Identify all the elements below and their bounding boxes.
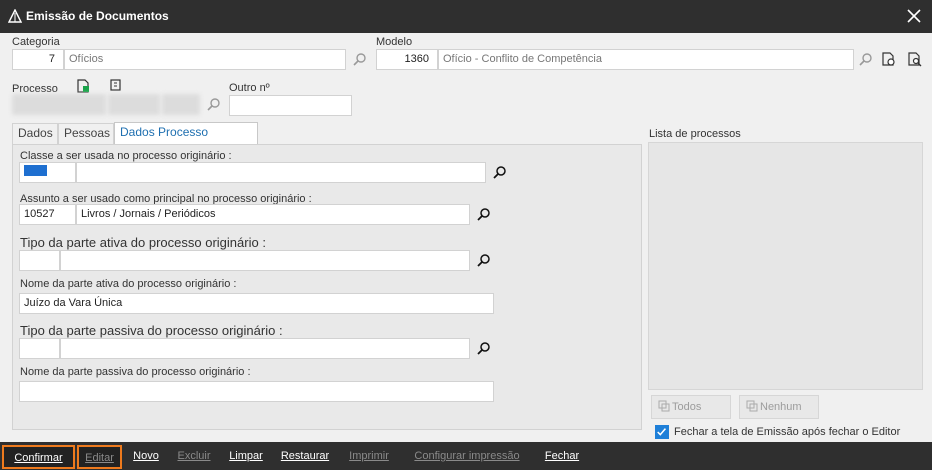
tipo-ativa-label: Tipo da parte ativa do processo originár… — [20, 235, 266, 250]
restaurar-button[interactable]: Restaurar — [276, 445, 334, 469]
assunto-search-icon[interactable] — [476, 207, 492, 223]
fechar-button[interactable]: Fechar — [540, 445, 584, 469]
modelo-search-icon[interactable] — [858, 52, 874, 68]
select-none-icon — [746, 400, 758, 412]
modelo-name-field[interactable]: Ofício - Conflito de Competência — [438, 49, 854, 70]
classe-label: Classe a ser usada no processo originári… — [20, 150, 232, 162]
categoria-name-field[interactable]: Ofícios — [64, 49, 346, 70]
tipo-ativa-name-field[interactable] — [60, 250, 470, 271]
modelo-config-icon[interactable] — [880, 51, 896, 67]
editar-label: Editar — [85, 452, 114, 464]
limpar-button[interactable]: Limpar — [224, 445, 268, 469]
check-icon — [657, 428, 667, 436]
excluir-button[interactable]: Excluir — [172, 445, 216, 469]
modelo-code-field[interactable]: 1360 — [376, 49, 438, 70]
assunto-code-field[interactable]: 10527 — [19, 204, 76, 225]
fechar-label: Fechar — [544, 450, 580, 462]
confirmar-label: Confirmar — [14, 452, 63, 464]
assunto-name-field[interactable]: Livros / Jornais / Periódicos — [76, 204, 470, 225]
select-all-icon — [658, 400, 670, 412]
imprimir-label: Imprimir — [349, 450, 389, 462]
confirmar-button[interactable]: Confirmar — [2, 445, 75, 469]
nome-passiva-field[interactable] — [19, 381, 494, 402]
novo-label: Novo — [133, 450, 159, 462]
tab-dados[interactable]: Dados — [12, 123, 58, 144]
excluir-label: Excluir — [177, 450, 211, 462]
nome-ativa-label: Nome da parte ativa do processo originár… — [20, 278, 237, 290]
outro-label: Outro nº — [229, 82, 270, 94]
window-title: Emissão de Documentos — [26, 9, 169, 23]
classe-selection-highlight — [24, 165, 47, 176]
main-window: Categoria 7 Ofícios Modelo 1360 Ofício -… — [0, 33, 932, 442]
nenhum-label: Nenhum — [760, 401, 802, 413]
classe-name-field[interactable] — [76, 162, 486, 183]
restaurar-label: Restaurar — [280, 450, 330, 462]
modelo-document-search-icon[interactable] — [906, 51, 922, 67]
tipo-ativa-code-field[interactable] — [19, 250, 60, 271]
configurar-impressao-label: Configurar impressão — [414, 450, 520, 462]
categoria-label: Categoria — [12, 36, 60, 48]
novo-button[interactable]: Novo — [128, 445, 164, 469]
lista-processos-list[interactable] — [648, 142, 923, 390]
classe-search-icon[interactable] — [492, 165, 508, 181]
tipo-passiva-label: Tipo da parte passiva do processo origin… — [20, 323, 283, 338]
modelo-label: Modelo — [376, 36, 413, 48]
nenhum-button[interactable]: Nenhum — [739, 395, 819, 419]
title-bar: Emissão de Documentos — [0, 0, 932, 33]
nome-ativa-field[interactable]: Juízo da Vara Única — [19, 293, 494, 314]
processo-number-redacted[interactable] — [162, 94, 200, 115]
app-logo-icon — [8, 9, 22, 23]
imprimir-button[interactable]: Imprimir — [342, 445, 396, 469]
bottom-toolbar: Confirmar Editar Novo Excluir Limpar Res… — [0, 442, 932, 470]
nome-passiva-label: Nome da parte passiva do processo origin… — [20, 366, 251, 378]
categoria-code-field[interactable]: 7 — [12, 49, 64, 70]
lista-processos-label: Lista de processos — [649, 128, 741, 140]
categoria-search-icon[interactable] — [352, 52, 368, 68]
fechar-tela-label: Fechar a tela de Emissão após fechar o E… — [674, 426, 901, 438]
processo-note-icon[interactable] — [108, 78, 124, 94]
tipo-passiva-search-icon[interactable] — [476, 341, 492, 357]
fechar-tela-checkbox[interactable] — [655, 425, 669, 439]
outro-field[interactable] — [229, 95, 352, 116]
tipo-ativa-search-icon[interactable] — [476, 253, 492, 269]
editar-button[interactable]: Editar — [77, 445, 122, 469]
tab-dados-processo-originario[interactable]: Dados Processo Originário — [114, 122, 258, 157]
processo-search-icon[interactable] — [206, 97, 222, 113]
limpar-label: Limpar — [229, 450, 263, 462]
tipo-passiva-name-field[interactable] — [60, 338, 470, 359]
tab-pessoas[interactable]: Pessoas — [58, 123, 114, 144]
todos-label: Todos — [672, 401, 702, 413]
processo-number-redacted[interactable] — [12, 94, 106, 115]
close-icon[interactable] — [906, 8, 922, 24]
tipo-passiva-code-field[interactable] — [19, 338, 60, 359]
todos-button[interactable]: Todos — [651, 395, 731, 419]
processo-doc-icon[interactable] — [75, 78, 91, 94]
configurar-impressao-button[interactable]: Configurar impressão — [404, 445, 530, 469]
processo-number-redacted[interactable] — [108, 94, 160, 115]
